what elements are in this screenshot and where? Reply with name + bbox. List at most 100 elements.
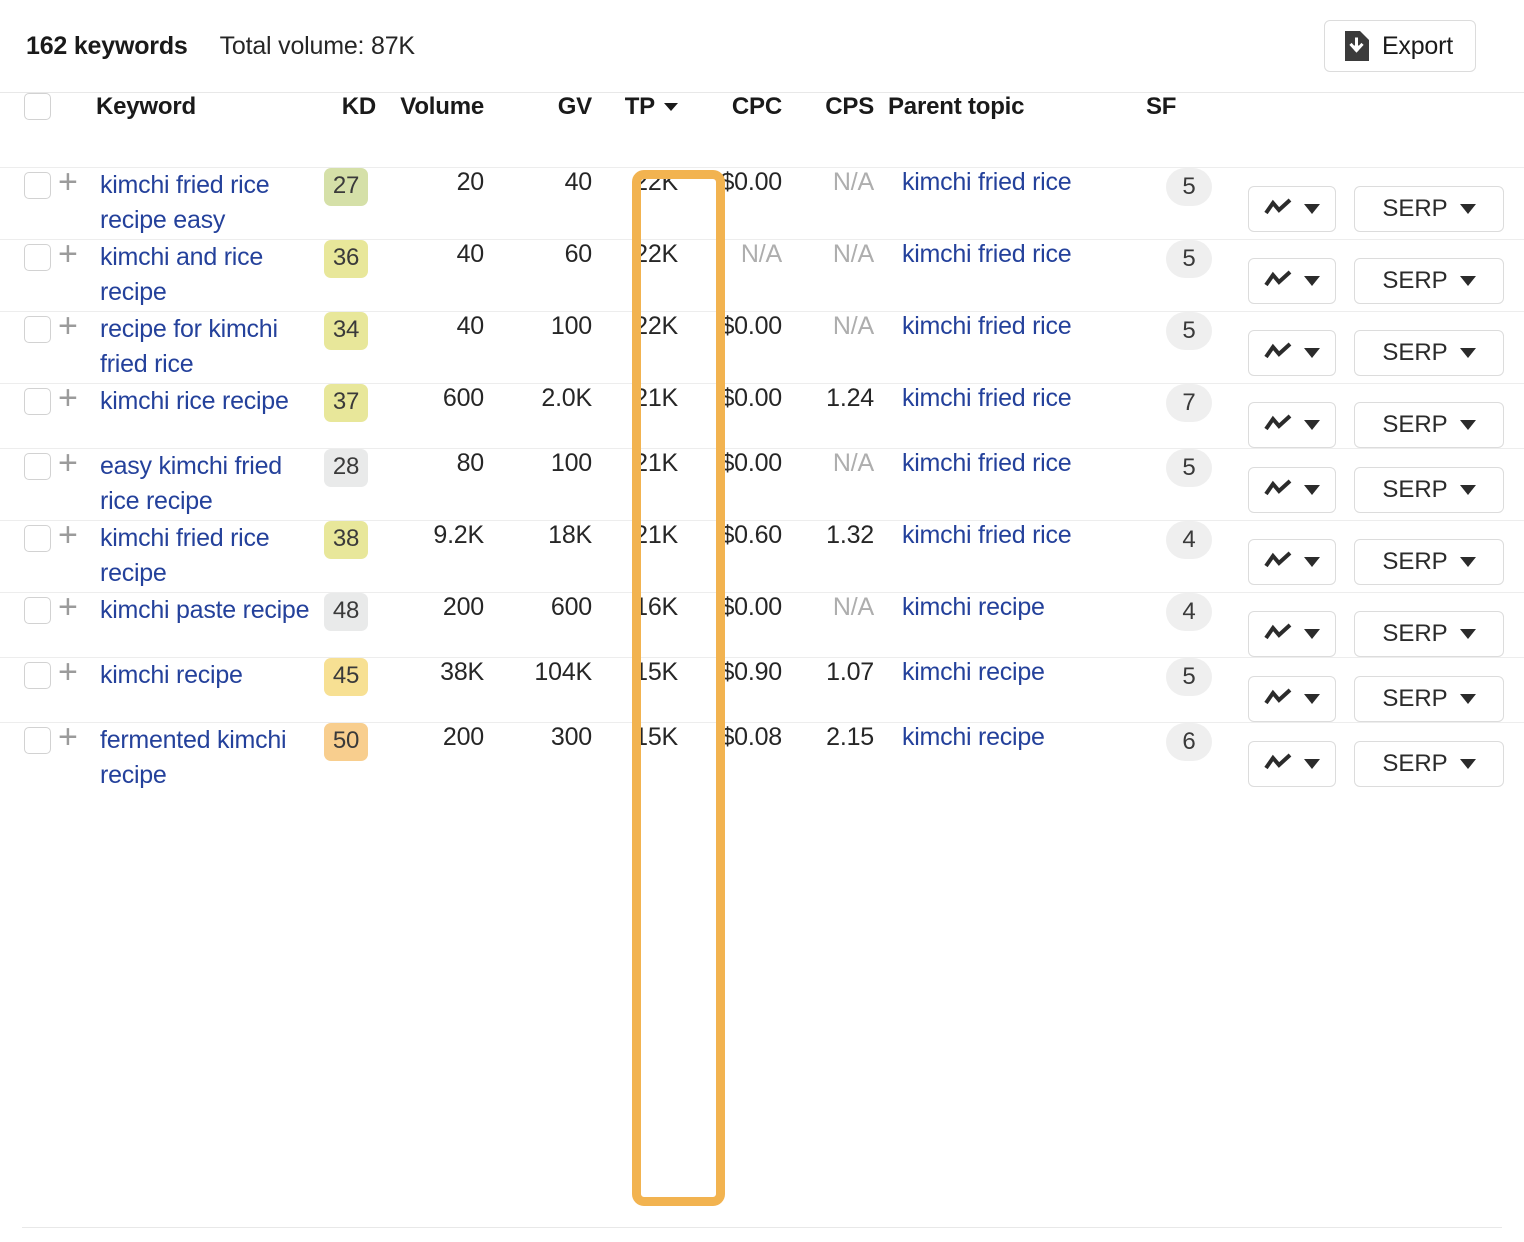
chevron-down-icon — [1460, 485, 1476, 495]
serp-dropdown-button[interactable]: SERP — [1354, 539, 1504, 585]
trend-dropdown-button[interactable] — [1248, 402, 1336, 448]
keyword-link[interactable]: kimchi fried rice recipe easy — [100, 168, 318, 239]
keyword-link[interactable]: kimchi and rice recipe — [100, 240, 318, 311]
tp-cell: 21K — [606, 448, 700, 520]
add-keyword-icon[interactable]: + — [58, 658, 78, 686]
add-keyword-icon[interactable]: + — [58, 521, 78, 549]
kd-cell: 45 — [318, 657, 390, 722]
row-expand-cell: + — [56, 657, 96, 722]
column-header-parent-topic[interactable]: Parent topic — [888, 93, 1146, 167]
table-row: +kimchi and rice recipe36406022KN/AN/Aki… — [0, 239, 1524, 311]
chevron-down-icon — [1304, 485, 1320, 495]
parent-topic-link[interactable]: kimchi fried rice — [902, 384, 1071, 412]
trend-dropdown-button[interactable] — [1248, 676, 1336, 722]
keyword-link[interactable]: easy kimchi fried rice recipe — [100, 449, 318, 520]
export-button[interactable]: Export — [1324, 20, 1476, 72]
add-keyword-icon[interactable]: + — [58, 723, 78, 751]
column-header-cpc[interactable]: CPC — [700, 93, 796, 167]
row-checkbox[interactable] — [24, 388, 51, 415]
cps-cell: N/A — [796, 311, 888, 383]
parent-topic-link[interactable]: kimchi recipe — [902, 723, 1045, 751]
table-row: +kimchi recipe4538K104K15K$0.901.07kimch… — [0, 657, 1524, 722]
row-checkbox[interactable] — [24, 172, 51, 199]
serp-dropdown-button[interactable]: SERP — [1354, 258, 1504, 304]
trend-dropdown-button[interactable] — [1248, 330, 1336, 376]
serp-dropdown-button[interactable]: SERP — [1354, 330, 1504, 376]
row-checkbox[interactable] — [24, 662, 51, 689]
gv-cell: 100 — [498, 448, 606, 520]
kd-badge: 38 — [324, 521, 368, 559]
row-checkbox[interactable] — [24, 316, 51, 343]
sf-pill: 7 — [1166, 384, 1212, 422]
parent-topic-link[interactable]: kimchi recipe — [902, 593, 1045, 621]
cpc-cell: $0.00 — [700, 383, 796, 448]
keyword-link[interactable]: kimchi fried rice recipe — [100, 521, 318, 592]
add-keyword-icon[interactable]: + — [58, 168, 78, 196]
kd-badge: 34 — [324, 312, 368, 350]
sf-cell: 7 — [1146, 383, 1242, 448]
keyword-link[interactable]: fermented kimchi recipe — [100, 723, 318, 794]
gv-cell: 300 — [498, 722, 606, 794]
add-keyword-icon[interactable]: + — [58, 240, 78, 268]
serp-dropdown-button[interactable]: SERP — [1354, 676, 1504, 722]
sf-cell: 4 — [1146, 520, 1242, 592]
row-expand-cell: + — [56, 167, 96, 239]
keywords-table: Keyword KD Volume GV TP CPC CPS Parent t… — [0, 93, 1524, 794]
keyword-link[interactable]: kimchi recipe — [100, 658, 318, 694]
parent-topic-link[interactable]: kimchi fried rice — [902, 521, 1071, 549]
trend-dropdown-button[interactable] — [1248, 467, 1336, 513]
keyword-cell: kimchi and rice recipe — [96, 239, 318, 311]
trend-cell — [1242, 592, 1352, 657]
trend-dropdown-button[interactable] — [1248, 539, 1336, 585]
column-header-gv[interactable]: GV — [498, 93, 606, 167]
column-header-keyword[interactable]: Keyword — [96, 93, 318, 167]
trend-dropdown-button[interactable] — [1248, 258, 1336, 304]
row-checkbox[interactable] — [24, 453, 51, 480]
row-select-cell — [0, 722, 56, 794]
select-all-checkbox[interactable] — [24, 93, 51, 120]
column-header-sf[interactable]: SF — [1146, 93, 1242, 167]
trend-dropdown-button[interactable] — [1248, 611, 1336, 657]
trend-cell — [1242, 383, 1352, 448]
row-checkbox[interactable] — [24, 244, 51, 271]
parent-topic-link[interactable]: kimchi fried rice — [902, 449, 1071, 477]
column-header-kd[interactable]: KD — [318, 93, 390, 167]
parent-topic-link[interactable]: kimchi fried rice — [902, 312, 1071, 340]
keyword-link[interactable]: recipe for kimchi fried rice — [100, 312, 318, 383]
column-header-volume[interactable]: Volume — [390, 93, 498, 167]
kd-badge: 27 — [324, 168, 368, 206]
trend-dropdown-button[interactable] — [1248, 741, 1336, 787]
keyword-link[interactable]: kimchi rice recipe — [100, 384, 318, 420]
chevron-down-icon — [1304, 629, 1320, 639]
sort-descending-icon — [664, 103, 678, 111]
parent-topic-cell: kimchi fried rice — [888, 239, 1146, 311]
cpc-cell: N/A — [700, 239, 796, 311]
keyword-cell: kimchi paste recipe — [96, 592, 318, 657]
parent-topic-link[interactable]: kimchi fried rice — [902, 168, 1071, 196]
add-keyword-icon[interactable]: + — [58, 384, 78, 412]
parent-topic-cell: kimchi recipe — [888, 657, 1146, 722]
column-header-tp[interactable]: TP — [606, 93, 700, 167]
volume-cell: 600 — [390, 383, 498, 448]
serp-dropdown-button[interactable]: SERP — [1354, 402, 1504, 448]
trend-dropdown-button[interactable] — [1248, 186, 1336, 232]
keyword-link[interactable]: kimchi paste recipe — [100, 593, 318, 629]
trend-cell — [1242, 167, 1352, 239]
row-checkbox[interactable] — [24, 727, 51, 754]
chevron-down-icon — [1460, 420, 1476, 430]
row-checkbox[interactable] — [24, 597, 51, 624]
add-keyword-icon[interactable]: + — [58, 449, 78, 477]
parent-topic-link[interactable]: kimchi fried rice — [902, 240, 1071, 268]
serp-dropdown-button[interactable]: SERP — [1354, 186, 1504, 232]
serp-dropdown-button[interactable]: SERP — [1354, 467, 1504, 513]
serp-cell: SERP — [1352, 722, 1524, 794]
sf-cell: 5 — [1146, 657, 1242, 722]
add-keyword-icon[interactable]: + — [58, 312, 78, 340]
serp-dropdown-button[interactable]: SERP — [1354, 611, 1504, 657]
add-keyword-icon[interactable]: + — [58, 593, 78, 621]
row-checkbox[interactable] — [24, 525, 51, 552]
gv-cell: 60 — [498, 239, 606, 311]
serp-dropdown-button[interactable]: SERP — [1354, 741, 1504, 787]
parent-topic-link[interactable]: kimchi recipe — [902, 658, 1045, 686]
column-header-cps[interactable]: CPS — [796, 93, 888, 167]
